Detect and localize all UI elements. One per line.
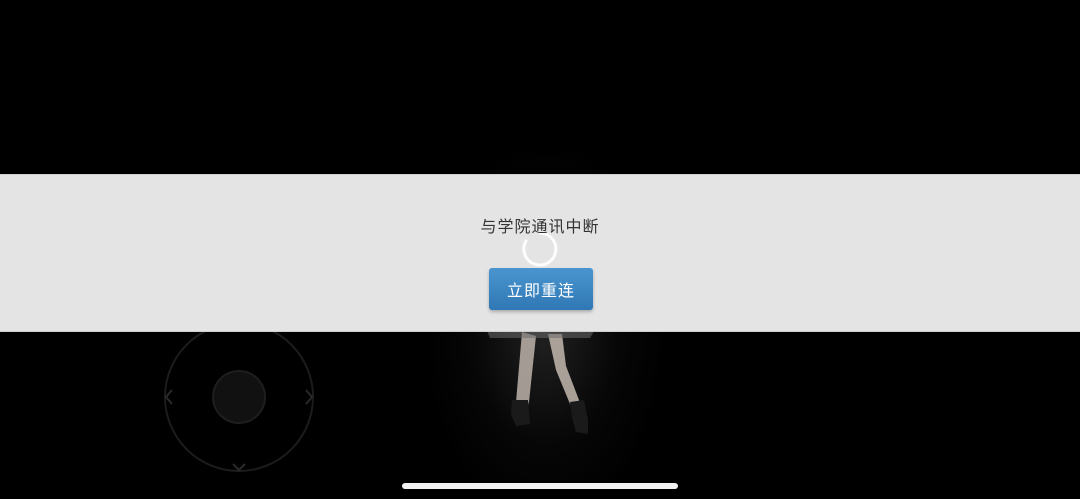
chevron-left-icon [164,389,173,405]
character-right-shoe [570,400,588,434]
chevron-down-icon [232,463,246,472]
joystick-knob [212,370,266,424]
chevron-right-icon [305,389,314,405]
reconnect-button[interactable]: 立即重连 [489,268,593,310]
character-left-shoe [511,400,530,426]
home-indicator-bar[interactable] [402,483,678,489]
game-screen: 与学院通讯中断 立即重连 [0,0,1080,499]
disconnect-message: 与学院通讯中断 [480,217,600,236]
virtual-joystick[interactable] [160,322,318,472]
